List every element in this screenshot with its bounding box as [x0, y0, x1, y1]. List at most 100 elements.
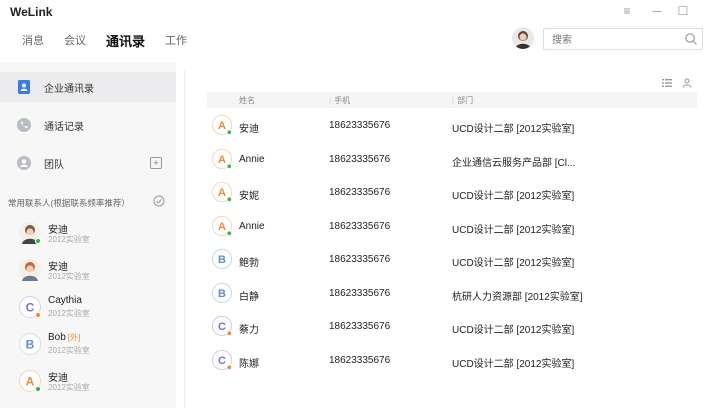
table-row[interactable]: C 陈娜 18623335676 UCD设计二部 [2012实验室]: [207, 344, 697, 377]
svg-text:B: B: [218, 288, 226, 300]
add-contact-icon[interactable]: [682, 78, 692, 88]
add-team-button[interactable]: +: [150, 157, 162, 169]
contact-department: 杭研人力资源部 [2012实验室]: [452, 291, 583, 303]
avatar: B: [211, 282, 233, 303]
svg-text:A: A: [26, 375, 35, 389]
contact-department: 2012实验室: [48, 272, 90, 281]
search-input[interactable]: [550, 31, 684, 49]
user-avatar[interactable]: [512, 27, 534, 49]
contact-name: 白静: [239, 291, 259, 303]
avatar: A: [19, 370, 42, 393]
contact-department: 2012实验室: [48, 235, 90, 244]
frequent-contact-item[interactable]: A 安迪 2012实验室: [0, 363, 176, 399]
search-box: [543, 28, 703, 50]
frequent-contact-item[interactable]: B Bob [外] 2012实验室: [0, 326, 176, 362]
contact-phone: 18623335676: [329, 254, 391, 265]
contact-list-panel: 姓名 | 手机 | 部门 A 安迪 18623335676 UCD设计二部 [2012实验…: [184, 70, 705, 408]
svg-text:A: A: [218, 221, 226, 233]
contact-phone: 18623335676: [329, 120, 391, 131]
svg-text:B: B: [26, 338, 35, 352]
menu-icon[interactable]: ≡: [618, 4, 636, 18]
contact-phone: 18623335676: [329, 220, 391, 232]
table-row[interactable]: A Annie 18623335676 UCD设计二部 [2012实验室]: [207, 210, 697, 243]
avatar: B: [19, 333, 41, 355]
contact-department: 2012实验室: [48, 383, 90, 392]
top-nav: 消息 会议 通讯录 工作: [22, 32, 207, 50]
avatar: C: [19, 296, 42, 319]
column-header-phone: | 手机: [329, 96, 351, 105]
directory-icon: [18, 80, 30, 94]
avatar: A: [211, 148, 233, 169]
contact-name: Caythia: [48, 295, 82, 306]
column-header-name: 姓名: [239, 96, 255, 105]
table-row[interactable]: B 鲍勃 18623335676 UCD设计二部 [2012实验室]: [207, 243, 697, 276]
contact-name: 蔡力: [239, 325, 259, 336]
team-icon: [17, 156, 31, 170]
frequent-contact-item[interactable]: C Caythia 2012实验室: [0, 289, 176, 325]
avatar: [19, 222, 42, 245]
table-row[interactable]: B 白静 18623335676 杭研人力资源部 [2012实验室]: [207, 277, 697, 310]
table-row[interactable]: A 安迪 18623335676 UCD设计二部 [2012实验室]: [207, 109, 697, 142]
contact-name: 陈娜: [239, 358, 259, 370]
tab-work[interactable]: 工作: [165, 32, 187, 50]
contact-department: UCD设计二部 [2012实验室]: [452, 191, 575, 202]
contact-phone: 18623335676: [329, 153, 391, 165]
tab-messages[interactable]: 消息: [22, 32, 44, 50]
svg-text:A: A: [218, 187, 226, 199]
contact-name: Annie: [239, 153, 265, 165]
frequent-contact-item[interactable]: 安迪 2012实验室: [0, 252, 176, 288]
contact-department: 2012实验室: [48, 346, 90, 355]
sidebar-item-label: 通话记录: [44, 122, 84, 133]
svg-text:B: B: [218, 254, 226, 266]
avatar: A: [211, 215, 233, 236]
title-bar: WeLink ≡ ─ ☐ 消息 会议 通讯录 工作: [0, 0, 705, 62]
search-icon[interactable]: [684, 32, 698, 46]
contact-department: 2012实验室: [48, 309, 90, 318]
table-header: 姓名 | 手机 | 部门: [207, 92, 697, 108]
contact-phone: 18623335676: [329, 287, 391, 299]
minimize-button[interactable]: ─: [648, 4, 666, 18]
avatar: C: [211, 349, 233, 370]
contact-department: UCD设计二部 [2012实验室]: [452, 325, 575, 336]
frequent-contacts-header: 常用联系人(根据联系频率推荐）: [8, 195, 168, 211]
frequent-contact-item[interactable]: 安迪 2012实验室: [0, 215, 176, 251]
edit-icon[interactable]: [153, 195, 165, 207]
avatar: C: [211, 315, 233, 337]
contact-phone: 18623335676: [329, 354, 391, 366]
table-row[interactable]: C 蔡力 18623335676 UCD设计二部 [2012实验室]: [207, 310, 697, 343]
sidebar-item-label: 企业通讯录: [44, 84, 94, 95]
call-log-icon: [17, 118, 31, 132]
table-row[interactable]: A Annie 18623335676 企业通信云服务产品部 [Cl...: [207, 143, 697, 176]
column-header-department: | 部门: [452, 96, 474, 105]
svg-text:C: C: [218, 321, 226, 333]
svg-text:C: C: [218, 355, 226, 367]
contact-name: Bob [外]: [48, 332, 81, 343]
contact-name: 安妮: [239, 191, 259, 202]
svg-text:A: A: [218, 120, 226, 132]
tab-contacts[interactable]: 通讯录: [106, 31, 145, 50]
avatar: A: [211, 114, 233, 136]
list-view-icon[interactable]: [662, 78, 672, 88]
frequent-contacts-title: 常用联系人(根据联系频率推荐）: [8, 198, 130, 208]
contact-name: 鲍勃: [239, 258, 259, 269]
contact-phone: 18623335676: [329, 321, 391, 332]
sidebar-item-directory[interactable]: 企业通讯录: [0, 72, 176, 102]
sidebar-item-label: 团队: [44, 160, 64, 171]
avatar: [19, 259, 41, 281]
maximize-button[interactable]: ☐: [674, 4, 692, 18]
tab-meetings[interactable]: 会议: [64, 32, 86, 50]
app-title: WeLink: [10, 5, 53, 19]
svg-text:C: C: [26, 301, 35, 315]
svg-text:A: A: [218, 154, 226, 166]
contact-department: 企业通信云服务产品部 [Cl...: [452, 157, 576, 169]
external-tag: [外]: [67, 333, 81, 342]
sidebar-item-call-log[interactable]: 通话记录: [0, 110, 176, 140]
contact-department: UCD设计二部 [2012实验室]: [452, 124, 575, 135]
table-row[interactable]: A 安妮 18623335676 UCD设计二部 [2012实验室]: [207, 176, 697, 209]
contact-phone: 18623335676: [329, 187, 391, 198]
sidebar: 企业通讯录 通话记录 团队 + 常用联系人(根据联系频率推荐） 安迪 2012实…: [0, 62, 176, 408]
contact-name: Annie: [239, 220, 265, 232]
sidebar-item-team[interactable]: 团队 +: [0, 148, 176, 178]
contact-department: UCD设计二部 [2012实验室]: [452, 358, 575, 370]
contact-department: UCD设计二部 [2012实验室]: [452, 224, 575, 236]
